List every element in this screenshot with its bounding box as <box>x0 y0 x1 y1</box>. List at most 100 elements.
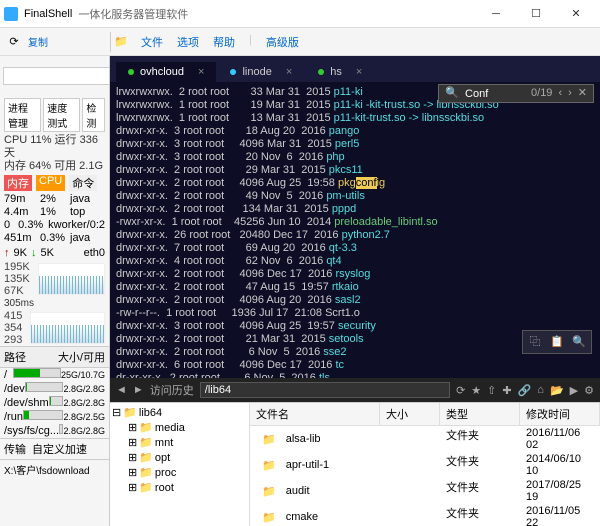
plus-icon[interactable]: ⊞ <box>128 421 137 434</box>
copy-icon[interactable]: ⿻ <box>526 334 544 350</box>
new-icon[interactable]: ✚ <box>502 384 511 397</box>
sync-icon[interactable]: ⟳ <box>4 32 24 52</box>
app-icon <box>4 7 18 21</box>
folder-icon: 📁 <box>256 485 282 498</box>
link-icon[interactable]: 🔗 <box>518 384 532 397</box>
folder-icon: 📁 <box>139 421 153 434</box>
terminal-tab[interactable]: linode× <box>218 62 304 82</box>
maximize-button[interactable]: ☐ <box>516 0 556 28</box>
terminal-line: dr-xr-xr-x. 2 root root 6 Nov 5 2016 tls <box>116 372 594 378</box>
bookmark-icon[interactable]: ★ <box>471 384 481 397</box>
tree-node[interactable]: ⊞📁media <box>112 420 247 435</box>
terminal-line: drwxr-xr-x. 4 root root 62 Nov 6 2016 qt… <box>116 255 594 268</box>
terminal-line: -rwxr-xr-x. 1 root root 45256 Jun 10 201… <box>116 216 594 229</box>
menu-options[interactable]: 选项 <box>177 34 199 50</box>
disk-row: /25G/10.7G <box>4 368 105 382</box>
terminal-line: drwxr-xr-x. 6 root root 4096 Dec 17 2016… <box>116 359 594 372</box>
search-next-icon[interactable]: › <box>568 87 572 100</box>
paste-icon[interactable]: 📋 <box>548 334 566 350</box>
process-row[interactable]: 451m0.3%java <box>4 232 105 245</box>
terminal-tab[interactable]: ovhcloud× <box>116 62 216 82</box>
file-row[interactable]: 📁audit文件夹2017/08/25 19 <box>250 478 600 504</box>
status-dot-icon <box>128 69 134 75</box>
tab-custom[interactable]: 自定义加速 <box>32 441 87 457</box>
tab-detect[interactable]: 检测 <box>82 98 105 132</box>
search-bar: 🔍 0/19 ‹ › ✕ <box>438 84 594 103</box>
col-type[interactable]: 类型 <box>440 403 520 425</box>
menu-file[interactable]: 文件 <box>141 34 163 50</box>
play-icon[interactable]: ▶ <box>570 384 578 397</box>
history-next-icon[interactable]: ► <box>133 384 144 396</box>
latency-chart <box>30 312 105 344</box>
search-prev-icon[interactable]: ‹ <box>558 87 562 100</box>
process-row[interactable]: 79m2%java <box>4 193 105 206</box>
home-icon[interactable]: ⌂ <box>537 384 544 396</box>
status-dot-icon <box>230 69 236 75</box>
file-row[interactable]: 📁alsa-lib文件夹2016/11/06 02 <box>250 426 600 452</box>
find-icon[interactable]: 🔍 <box>570 334 588 350</box>
terminal[interactable]: 🔍 0/19 ‹ › ✕ lrwxrwxrwx. 2 root root 33 … <box>110 82 600 378</box>
history-input[interactable] <box>200 382 450 398</box>
tree-node[interactable]: ⊟📁lib64 <box>112 405 247 420</box>
tree-node[interactable]: ⊞📁mnt <box>112 435 247 450</box>
open-icon[interactable]: 📂 <box>550 384 564 397</box>
plus-icon[interactable]: ⊞ <box>128 451 137 464</box>
plus-icon[interactable]: ⊞ <box>128 436 137 449</box>
tab-speed[interactable]: 速度测式 <box>43 98 80 132</box>
terminal-line: drwxr-xr-x. 7 root root 69 Aug 20 2016 q… <box>116 242 594 255</box>
col-cpu: CPU <box>36 175 65 191</box>
disk-row: /dev/shm2.8G/2.8G <box>4 396 105 410</box>
search-close-icon[interactable]: ✕ <box>578 87 587 100</box>
col-mtime[interactable]: 修改时间 <box>520 403 600 425</box>
col-avail: 大小/可用 <box>58 349 105 365</box>
arrow-up-icon: ↑ <box>4 247 10 259</box>
minus-icon[interactable]: ⊟ <box>112 406 121 419</box>
copy-label[interactable]: 复制 <box>28 34 48 49</box>
folder-icon: 📁 <box>139 451 153 464</box>
menu-advanced[interactable]: 高级版 <box>266 34 299 50</box>
close-tab-icon[interactable]: × <box>198 66 204 78</box>
plus-icon[interactable]: ⊞ <box>128 466 137 479</box>
app-name: FinalShell <box>24 8 72 20</box>
tab-transfer[interactable]: 传输 <box>4 441 26 457</box>
history-label: 访问历史 <box>150 382 194 398</box>
cpu-stat: CPU 11% 运行 336 天 <box>4 134 105 160</box>
terminal-line: drwxr-xr-x. 3 root root 4096 Mar 31 2015… <box>116 138 594 151</box>
toolbar: ⟳ 复制 📁 文件 选项 帮助 | 高级版 <box>0 28 600 56</box>
process-row[interactable]: 00.3%kworker/0:2 <box>4 219 105 232</box>
minimize-button[interactable]: ─ <box>476 0 516 28</box>
upload-icon[interactable]: ⇧ <box>487 384 496 397</box>
terminal-line: drwxr-xr-x. 2 root root 29 Mar 31 2015 p… <box>116 164 594 177</box>
settings-icon[interactable]: ⚙ <box>584 384 594 397</box>
file-row[interactable]: 📁apr-util-1文件夹2014/06/10 10 <box>250 452 600 478</box>
terminal-line: drwxr-xr-x. 2 root root 47 Aug 15 19:57 … <box>116 281 594 294</box>
close-tab-icon[interactable]: × <box>356 66 362 78</box>
terminal-line: drwxr-xr-x. 2 root root 134 Mar 31 2015 … <box>116 203 594 216</box>
refresh-icon[interactable]: ⟳ <box>456 384 465 397</box>
tree-node[interactable]: ⊞📁root <box>112 480 247 495</box>
disk-table: /25G/10.7G/dev2.8G/2.8G/dev/shm2.8G/2.8G… <box>0 368 109 438</box>
close-button[interactable]: ✕ <box>556 0 596 28</box>
menu-help[interactable]: 帮助 <box>213 34 235 50</box>
search-input[interactable] <box>465 88 525 100</box>
terminal-line: drwxr-xr-x. 3 root root 18 Aug 20 2016 p… <box>116 125 594 138</box>
terminal-tab[interactable]: hs× <box>306 62 374 82</box>
process-row[interactable]: 4.4m1%top <box>4 206 105 219</box>
file-row[interactable]: 📁cmake文件夹2016/11/05 22 <box>250 504 600 526</box>
folder-icon[interactable]: 📁 <box>111 32 131 52</box>
tab-process[interactable]: 进程管理 <box>4 98 41 132</box>
terminal-line: lrwxrwxrwx. 1 root root 13 Mar 31 2015 p… <box>116 112 594 125</box>
disk-row: /sys/fs/cg...2.8G/2.8G <box>4 424 105 438</box>
terminal-toolbar: ⿻ 📋 🔍 <box>522 330 592 354</box>
titlebar: FinalShell 一体化服务器管理软件 ─ ☐ ✕ <box>0 0 600 28</box>
plus-icon[interactable]: ⊞ <box>128 481 137 494</box>
col-path: 路径 <box>4 349 58 365</box>
tree-node[interactable]: ⊞📁opt <box>112 450 247 465</box>
folder-icon: 📁 <box>139 466 153 479</box>
close-tab-icon[interactable]: × <box>286 66 292 78</box>
detect-input[interactable] <box>3 67 110 85</box>
col-filename[interactable]: 文件名 <box>250 403 380 425</box>
col-size[interactable]: 大小 <box>380 403 440 425</box>
tree-node[interactable]: ⊞📁proc <box>112 465 247 480</box>
history-prev-icon[interactable]: ◄ <box>116 384 127 396</box>
